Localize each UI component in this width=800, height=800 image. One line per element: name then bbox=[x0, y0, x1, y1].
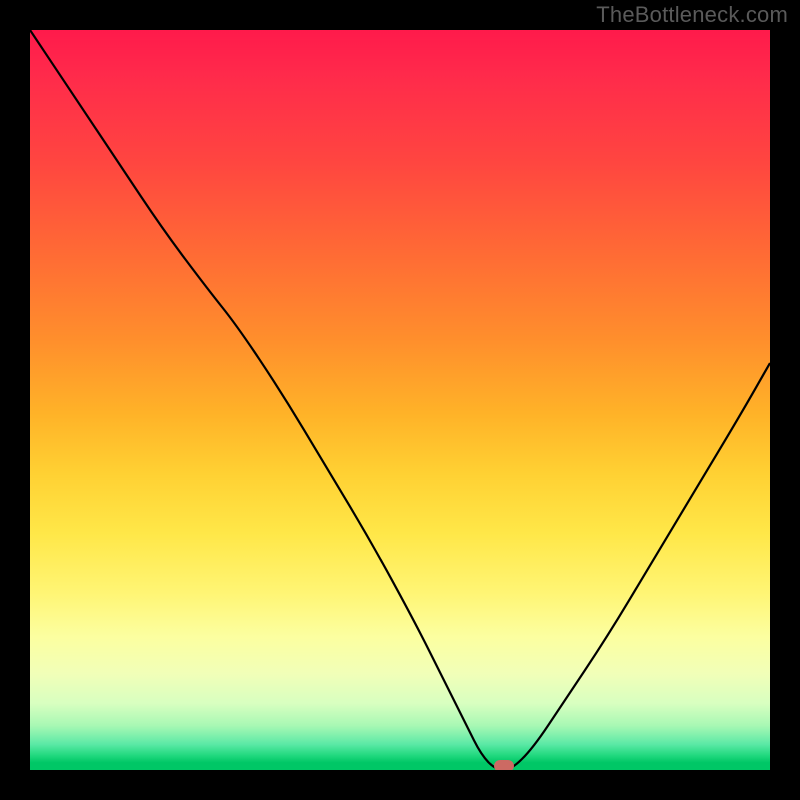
curve-path bbox=[30, 30, 770, 770]
watermark-text: TheBottleneck.com bbox=[596, 2, 788, 28]
optimal-marker bbox=[494, 760, 514, 770]
chart-frame: TheBottleneck.com bbox=[0, 0, 800, 800]
bottleneck-curve bbox=[30, 30, 770, 770]
plot-area bbox=[30, 30, 770, 770]
